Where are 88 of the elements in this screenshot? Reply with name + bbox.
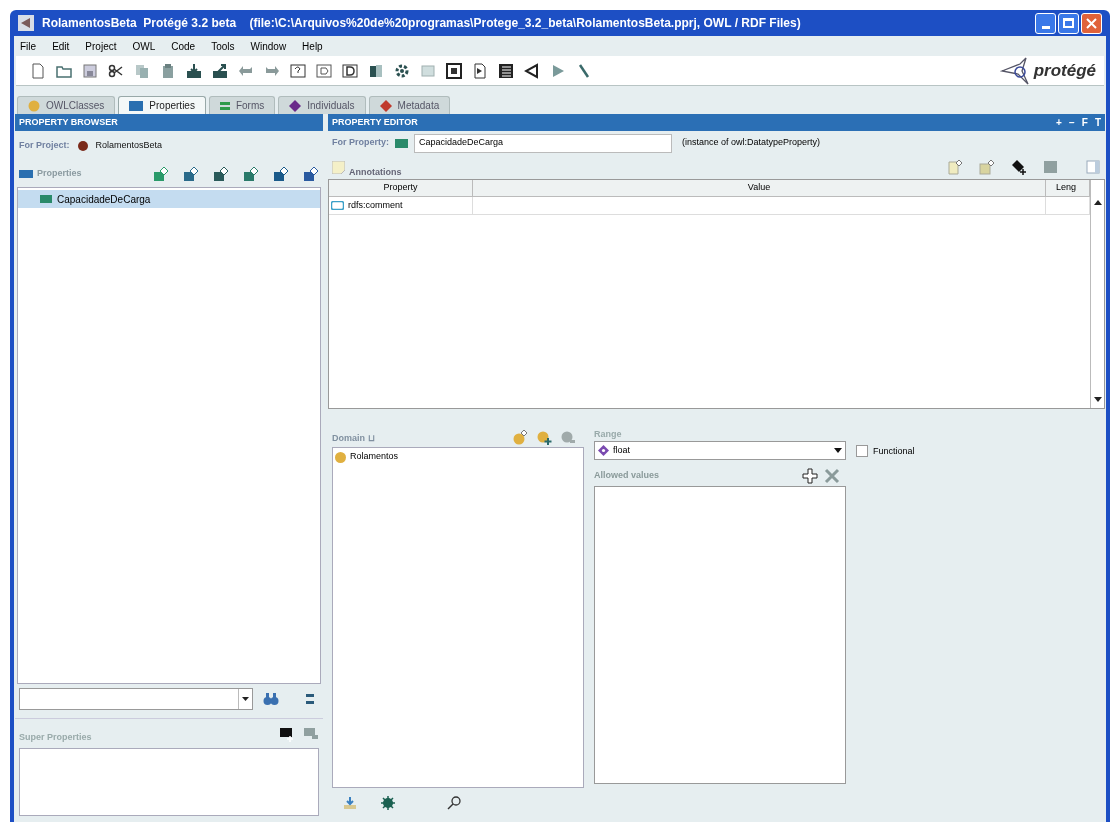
search-icon[interactable] [446,795,462,811]
bug-icon[interactable] [380,795,396,811]
minimize-button[interactable] [1035,12,1056,34]
header-control[interactable]: T [1094,115,1101,130]
project-icon [77,141,88,151]
functional-checkbox[interactable] [856,445,868,457]
dropdown-arrow-icon [242,697,250,701]
tab[interactable]: OWLClasses [17,96,116,114]
add-subproperty-icon[interactable] [213,166,229,182]
menu-item[interactable]: Help [302,38,323,54]
dropdown-arrow-icon [834,448,842,453]
range-dropdown[interactable]: float [594,441,846,460]
add-superproperty-icon[interactable] [279,725,295,742]
for-property-label: For Property: [332,136,389,150]
menu-item[interactable]: Tools [211,38,235,54]
menu-item[interactable]: Edit [52,38,70,54]
panel-title: PROPERTY EDITOR [332,115,418,129]
domain-item[interactable]: Rolamentos [333,450,583,464]
property-name-field[interactable]: CapacidadeDeCarga [414,133,672,153]
section-label: Properties [37,167,82,181]
menu-item[interactable]: File [20,38,37,54]
window-title: RolamentosBeta Protégé 3.2 beta (file:\C:\Arquivos%20de%20programas\Protege_3.2_beta\RolamentosBeta.pprj, OWL / RDF Files) [42,15,801,32]
scissors-icon[interactable] [108,62,124,79]
header-control[interactable]: − [1068,115,1075,130]
for-project-label: For Project: [19,139,70,153]
project-name: RolamentosBeta [95,139,163,153]
column-header[interactable]: Leng [1046,180,1090,196]
scroll-up-icon[interactable] [1093,200,1102,205]
allowed-values-label: Allowed values [594,468,660,482]
menu-item[interactable]: Code [171,38,196,54]
note-icon [332,160,345,174]
search-combo[interactable] [19,688,254,710]
binoculars-icon[interactable] [263,691,280,707]
header-control[interactable]: F [1081,115,1088,130]
scroll-down-icon[interactable] [1093,397,1102,402]
app-icon [18,15,34,31]
super-properties-label: Super Properties [19,730,92,744]
close-button[interactable] [1081,12,1102,34]
new-document-icon[interactable] [30,62,46,79]
table-icon[interactable] [498,62,514,79]
menu-item[interactable]: Project [85,38,117,54]
menu-item[interactable]: OWL [132,38,156,54]
instance-of-text: (instance of owl:DatatypeProperty) [682,136,821,150]
annotation-property-icon [331,201,344,210]
tab[interactable]: Individuals [278,96,366,114]
tree-item[interactable]: CapacidadeDeCarga [18,190,320,208]
maximize-button[interactable] [1058,12,1079,34]
column-header[interactable]: Value [473,180,1046,196]
add-property-icon[interactable] [153,166,169,182]
close-icon [1086,17,1097,29]
annotations-label: Annotations [349,165,402,179]
panel-title: PROPERTY BROWSER [19,115,118,129]
add-annotation-icon[interactable] [273,166,289,182]
add-object-property-icon[interactable] [183,166,199,182]
delete-property-icon[interactable] [303,166,319,182]
header-control[interactable]: + [1056,115,1062,130]
column-header[interactable]: Property [329,180,473,196]
export-icon[interactable] [212,62,228,79]
class-icon [335,451,346,463]
add-icon[interactable] [802,468,818,484]
d-box-icon[interactable] [342,62,358,79]
scrollbar[interactable] [1090,180,1104,408]
table-cell: rdfs:comment [329,197,473,214]
menu-item[interactable]: Window [250,38,287,54]
add-named-class-icon[interactable] [536,429,552,445]
class-box-icon[interactable] [316,62,332,79]
range-label: Range [594,427,623,441]
property-icon [395,138,408,148]
tab[interactable]: Metadata [368,96,451,114]
forward-icon[interactable] [550,62,566,79]
tab[interactable]: Properties [118,96,206,114]
panel-icon[interactable] [368,62,384,79]
property-icon [40,195,52,203]
domain-label: Domain ⊔ [332,431,375,445]
gear-icon[interactable] [394,62,410,79]
property-icon [19,170,33,178]
save-icon[interactable] [82,62,98,79]
add-annotation-icon[interactable] [947,159,963,175]
tab[interactable]: Forms [208,96,276,114]
back-icon[interactable] [524,62,540,79]
import-icon[interactable] [186,62,202,79]
add-class-icon[interactable] [512,429,528,445]
query-icon[interactable] [290,62,306,79]
add-value-icon[interactable] [979,159,995,175]
add-datatype-icon[interactable] [243,166,259,182]
logo-text: protégé [1033,59,1097,82]
functional-label: Functional [873,445,915,458]
datatype-icon [598,445,609,456]
